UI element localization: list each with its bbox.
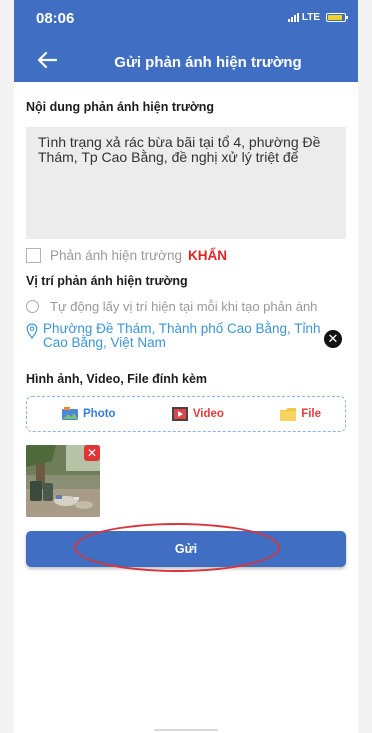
clear-location-button[interactable]: ✕ <box>324 330 342 348</box>
attachments-box: Photo Video File <box>26 396 346 432</box>
top-bar: 08:06 LTE Gửi phản ánh hiện trường <box>14 0 358 82</box>
battery-fill <box>328 15 342 20</box>
network-type: LTE <box>301 12 320 23</box>
photo-label: Photo <box>83 408 116 420</box>
home-indicator <box>154 729 218 731</box>
location-label: Vị trí phản ánh hiện trường <box>26 274 188 288</box>
arrow-left-icon <box>37 51 58 69</box>
video-label: Video <box>192 408 224 420</box>
battery-icon <box>326 13 348 22</box>
add-file-button[interactable]: File <box>279 407 321 422</box>
status-time: 08:06 <box>36 10 75 27</box>
location-value[interactable]: Phường Đề Thám, Thành phố Cao Bằng, Tỉnh… <box>43 322 333 350</box>
content-label: Nội dung phản ánh hiện trường <box>26 100 215 114</box>
urgent-tag: KHẨN <box>187 248 227 263</box>
file-label: File <box>301 408 321 420</box>
submit-wrap: Gửi <box>26 523 346 572</box>
auto-location-label: Tự động lấy vị trí hiện tại mỗi khi tạo … <box>50 299 318 314</box>
photo-icon <box>62 407 78 420</box>
location-row[interactable]: Phường Đề Thám, Thành phố Cao Bằng, Tỉnh… <box>26 322 346 350</box>
urgent-label: Phản ánh hiện trường <box>50 248 182 263</box>
submit-button[interactable]: Gửi <box>26 531 346 567</box>
auto-location-option[interactable]: Tự động lấy vị trí hiện tại mỗi khi tạo … <box>26 299 346 314</box>
remove-attachment-button[interactable]: ✕ <box>84 445 100 461</box>
status-indicators: LTE <box>287 12 348 23</box>
back-button[interactable] <box>36 50 60 72</box>
page-title: Gửi phản ánh hiện trường <box>114 54 302 71</box>
add-photo-button[interactable]: Photo <box>61 407 116 421</box>
folder-icon <box>280 407 297 421</box>
urgent-checkbox[interactable] <box>26 248 41 263</box>
app-screen: 08:06 LTE Gửi phản ánh hiện trường Nội d… <box>14 0 358 733</box>
content-textarea[interactable]: Tình trạng xả rác bừa bãi tại tổ 4, phườ… <box>26 127 346 239</box>
close-icon: ✕ <box>86 446 98 460</box>
close-icon: ✕ <box>327 331 339 346</box>
signal-icon <box>287 13 299 22</box>
auto-location-radio[interactable] <box>26 300 39 313</box>
location-pin-icon <box>26 323 38 339</box>
attachment-thumbnail[interactable]: ✕ <box>26 445 100 517</box>
attachments-label: Hình ảnh, Video, File đính kèm <box>26 372 208 386</box>
urgent-row[interactable]: Phản ánh hiện trường KHẨN <box>26 248 346 263</box>
add-video-button[interactable]: Video <box>171 406 224 422</box>
video-icon <box>171 407 188 421</box>
form-content: Nội dung phản ánh hiện trường Tình trạng… <box>14 100 358 572</box>
